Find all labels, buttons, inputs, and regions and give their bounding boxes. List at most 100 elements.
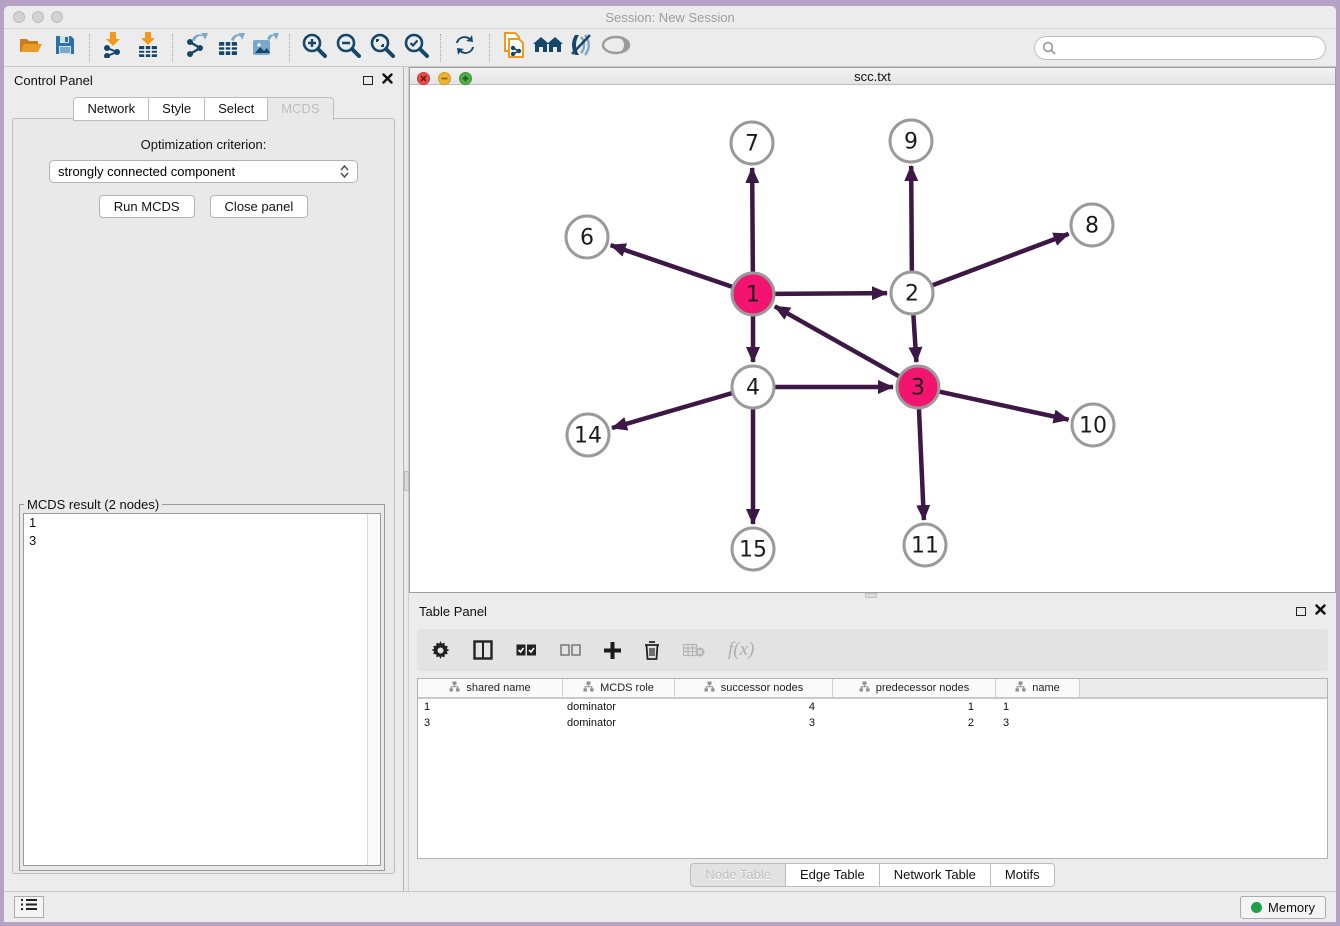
- minimize-network-button[interactable]: [438, 72, 451, 85]
- select-all-columns-button[interactable]: [516, 644, 537, 656]
- close-network-button[interactable]: [417, 72, 430, 85]
- tab-network-table[interactable]: Network Table: [879, 863, 990, 887]
- zoom-window-button[interactable]: [51, 11, 63, 23]
- table-body: 1dominator4113dominator323: [418, 699, 1327, 731]
- control-panel-title: Control Panel: [14, 73, 93, 88]
- column-label: name: [1032, 682, 1060, 694]
- column-sort-icon: [583, 681, 594, 695]
- table-row[interactable]: 1dominator411: [418, 699, 1327, 715]
- tab-mcds[interactable]: MCDS: [267, 97, 333, 121]
- run-mcds-button[interactable]: Run MCDS: [99, 195, 195, 218]
- open-session-button[interactable]: [14, 33, 48, 63]
- search-input[interactable]: [1034, 36, 1326, 60]
- splitter-handle[interactable]: [865, 593, 877, 598]
- show-columns-button[interactable]: [473, 640, 493, 660]
- zoom-out-button[interactable]: [331, 33, 365, 63]
- node-label-8: 8: [1085, 214, 1099, 239]
- close-window-button[interactable]: [13, 11, 25, 23]
- delete-column-button[interactable]: [644, 641, 660, 660]
- create-column-button[interactable]: [604, 642, 621, 659]
- mcds-result-title: MCDS result (2 nodes): [24, 497, 162, 512]
- unselect-all-columns-button[interactable]: [560, 644, 581, 656]
- edge-3-10[interactable]: [939, 391, 1069, 419]
- show-hide-button[interactable]: [599, 33, 633, 63]
- toolbar-separator: [489, 34, 490, 62]
- delete-table-button[interactable]: [683, 643, 705, 657]
- open-folder-icon: [18, 34, 44, 61]
- export-image-button[interactable]: [248, 33, 282, 63]
- maximize-network-button[interactable]: [459, 72, 472, 85]
- table-row[interactable]: 3dominator323: [418, 715, 1327, 731]
- app-window: Session: New Session: [4, 6, 1336, 922]
- search-box: [1034, 36, 1326, 60]
- minimize-window-button[interactable]: [32, 11, 44, 23]
- float-panel-icon[interactable]: [363, 76, 373, 85]
- task-history-button[interactable]: [14, 896, 44, 918]
- edge-4-14[interactable]: [612, 393, 733, 428]
- cell[interactable]: 3: [418, 715, 563, 731]
- column-header-mcds-role[interactable]: MCDS role: [563, 679, 675, 697]
- cell[interactable]: 2: [833, 715, 996, 731]
- tab-edge-table[interactable]: Edge Table: [785, 863, 879, 887]
- cell[interactable]: dominator: [563, 715, 675, 731]
- zoom-selected-button[interactable]: [399, 33, 433, 63]
- column-label: shared name: [466, 682, 530, 694]
- edge-2-8[interactable]: [932, 234, 1069, 286]
- edge-1-2[interactable]: [774, 293, 887, 294]
- cell[interactable]: 1: [418, 699, 563, 715]
- first-neighbors-button[interactable]: [531, 33, 565, 63]
- node-table: shared name MCDS rolesuccessor nodesprede…: [417, 678, 1328, 859]
- tab-node-table[interactable]: Node Table: [690, 863, 785, 887]
- import-network-icon: [102, 32, 126, 63]
- edge-2-3[interactable]: [913, 314, 916, 362]
- result-item[interactable]: 3: [24, 532, 380, 550]
- close-panel-icon[interactable]: [1315, 602, 1326, 620]
- cell[interactable]: dominator: [563, 699, 675, 715]
- cell[interactable]: 3: [675, 715, 833, 731]
- edge-3-1[interactable]: [775, 306, 900, 376]
- network-canvas[interactable]: 1234678910111415: [410, 85, 1335, 592]
- export-table-button[interactable]: [214, 33, 248, 63]
- close-panel-button[interactable]: Close panel: [210, 195, 309, 218]
- column-header-predecessor-nodes[interactable]: predecessor nodes: [833, 679, 996, 697]
- criterion-dropdown[interactable]: strongly connected component: [49, 160, 358, 183]
- function-builder-button[interactable]: f(x): [728, 639, 754, 661]
- edge-2-9[interactable]: [911, 166, 912, 272]
- cell[interactable]: 1: [833, 699, 996, 715]
- style-toggle-button[interactable]: [565, 33, 599, 63]
- edge-1-6[interactable]: [611, 245, 733, 287]
- mcds-result-list[interactable]: 13: [23, 513, 381, 866]
- edge-1-7[interactable]: [752, 168, 753, 273]
- tab-select[interactable]: Select: [204, 97, 267, 121]
- import-network-button[interactable]: [97, 33, 131, 63]
- tab-network[interactable]: Network: [73, 97, 148, 121]
- clone-network-button[interactable]: [497, 33, 531, 63]
- float-panel-icon[interactable]: [1296, 607, 1306, 616]
- export-network-button[interactable]: [180, 33, 214, 63]
- horizontal-splitter[interactable]: [409, 593, 1336, 598]
- result-item[interactable]: 1: [24, 514, 380, 532]
- result-scrollbar[interactable]: [367, 514, 380, 865]
- mcds-panel: Optimization criterion: strongly connect…: [12, 118, 395, 874]
- network-graph[interactable]: 1234678910111415: [410, 85, 1336, 587]
- column-header-name[interactable]: name: [996, 679, 1080, 697]
- zoom-fit-button[interactable]: [365, 33, 399, 63]
- cell[interactable]: 4: [675, 699, 833, 715]
- tab-style[interactable]: Style: [148, 97, 204, 121]
- cell[interactable]: 1: [996, 699, 1080, 715]
- close-panel-icon[interactable]: [382, 71, 393, 89]
- table-settings-button[interactable]: [431, 641, 450, 660]
- vertical-splitter[interactable]: [403, 67, 409, 891]
- splitter-handle[interactable]: [404, 471, 409, 491]
- cell[interactable]: 3: [996, 715, 1080, 731]
- edge-3-11[interactable]: [919, 408, 924, 520]
- criterion-dropdown-value: strongly connected component: [58, 164, 235, 179]
- column-header-successor-nodes[interactable]: successor nodes: [675, 679, 833, 697]
- column-header-shared-name[interactable]: shared name: [418, 679, 563, 697]
- memory-button[interactable]: Memory: [1240, 896, 1326, 919]
- apply-layout-button[interactable]: [448, 33, 482, 63]
- import-table-button[interactable]: [131, 33, 165, 63]
- save-session-button[interactable]: [48, 33, 82, 63]
- zoom-in-button[interactable]: [297, 33, 331, 63]
- tab-motifs[interactable]: Motifs: [990, 863, 1055, 887]
